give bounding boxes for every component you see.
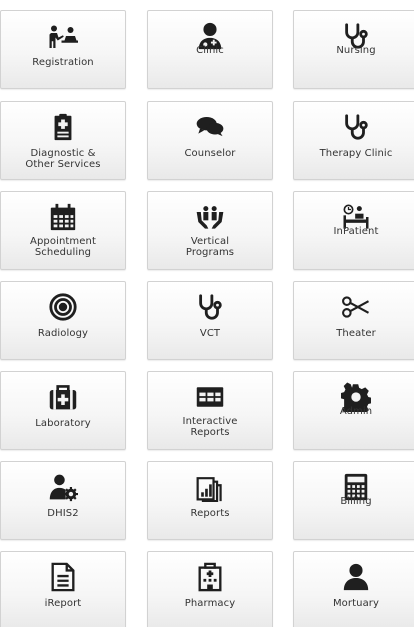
tile-dhis2[interactable]: DHIS2 xyxy=(0,461,126,540)
tile-laboratory[interactable]: Laboratory xyxy=(0,371,126,450)
document-icon xyxy=(1,560,125,594)
tile-registration[interactable]: Registration xyxy=(0,10,126,89)
tile-nursing[interactable]: Nursing xyxy=(293,10,414,89)
tile-counselor[interactable]: Counselor xyxy=(147,101,273,180)
tile-diagnostic-other-services[interactable]: Diagnostic & Other Services xyxy=(0,101,126,180)
tile-reports[interactable]: Reports xyxy=(147,461,273,540)
tile-label: Vertical Programs xyxy=(185,236,235,258)
module-grid: Registration Clinic Nursing Diagnostic &… xyxy=(0,0,414,627)
chat-bubbles-icon xyxy=(148,110,272,144)
tile-ireport[interactable]: iReport xyxy=(0,551,126,627)
stethoscope-icon xyxy=(294,110,414,144)
tile-label: Nursing xyxy=(336,45,376,56)
tile-label: Therapy Clinic xyxy=(319,148,393,159)
clipboard-icon xyxy=(1,110,125,144)
tile-label: Mortuary xyxy=(332,598,380,609)
building-icon xyxy=(148,560,272,594)
tile-label: Theater xyxy=(336,328,376,339)
hands-people-icon xyxy=(148,200,272,234)
tile-radiology[interactable]: Radiology xyxy=(0,281,126,360)
tile-label: DHIS2 xyxy=(47,508,79,519)
tile-clinic[interactable]: Clinic xyxy=(147,10,273,89)
tile-label: InPatient xyxy=(333,226,379,237)
person-icon xyxy=(294,560,414,594)
tile-label: Admin xyxy=(339,406,373,417)
tile-admin[interactable]: Admin xyxy=(293,371,414,450)
tile-label: Interactive Reports xyxy=(182,416,238,438)
tile-label: Counselor xyxy=(184,148,236,159)
tile-vertical-programs[interactable]: Vertical Programs xyxy=(147,191,273,270)
tile-label: Clinic xyxy=(196,45,224,56)
tile-inpatient[interactable]: InPatient xyxy=(293,191,414,270)
tile-label: Diagnostic & Other Services xyxy=(25,148,101,170)
registration-icon xyxy=(1,19,125,53)
medkit-icon xyxy=(1,380,125,414)
tile-billing[interactable]: Billing xyxy=(293,461,414,540)
tile-vct[interactable]: VCT xyxy=(147,281,273,360)
tile-interactive-reports[interactable]: Interactive Reports xyxy=(147,371,273,450)
tile-label: Billing xyxy=(340,496,372,507)
tile-therapy-clinic[interactable]: Therapy Clinic xyxy=(293,101,414,180)
table-icon xyxy=(148,380,272,414)
tile-pharmacy[interactable]: Pharmacy xyxy=(147,551,273,627)
tile-label: Pharmacy xyxy=(184,598,236,609)
calendar-icon xyxy=(1,200,125,234)
tile-label: Appointment Scheduling xyxy=(30,236,96,258)
scissors-icon xyxy=(294,290,414,324)
tile-label: Registration xyxy=(32,57,94,68)
tile-mortuary[interactable]: Mortuary xyxy=(293,551,414,627)
chart-report-icon xyxy=(148,470,272,504)
tile-label: iReport xyxy=(44,598,82,609)
tile-label: Radiology xyxy=(37,328,89,339)
stethoscope-icon xyxy=(148,290,272,324)
user-gear-icon xyxy=(1,470,125,504)
target-icon xyxy=(1,290,125,324)
tile-label: VCT xyxy=(199,328,221,339)
tile-theater[interactable]: Theater xyxy=(293,281,414,360)
tile-label: Reports xyxy=(190,508,230,519)
tile-label: Laboratory xyxy=(35,418,91,429)
tile-appointment-scheduling[interactable]: Appointment Scheduling xyxy=(0,191,126,270)
